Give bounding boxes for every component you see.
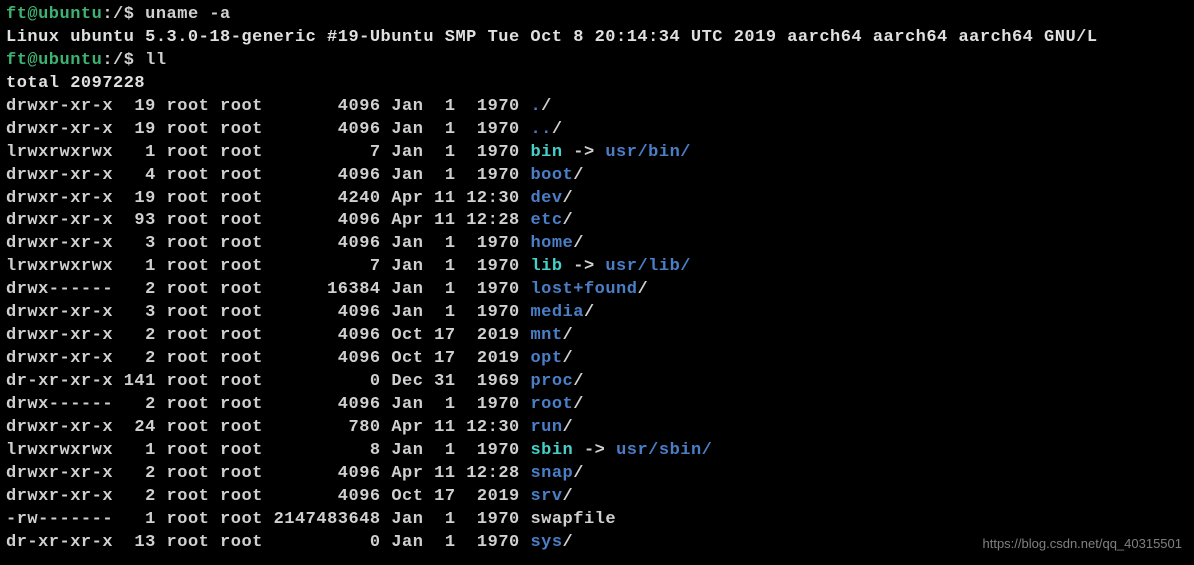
total-line: total 2097228 xyxy=(6,73,1188,96)
listing-row: drwxr-xr-x 2 root root 4096 Oct 17 2019 … xyxy=(6,325,1188,348)
listing-row: drwxr-xr-x 2 root root 4096 Oct 17 2019 … xyxy=(6,486,1188,509)
watermark: https://blog.csdn.net/qq_40315501 xyxy=(983,535,1183,553)
listing-row: drwxr-xr-x 93 root root 4096 Apr 11 12:2… xyxy=(6,210,1188,233)
uname-output: Linux ubuntu 5.3.0-18-generic #19-Ubuntu… xyxy=(6,27,1188,50)
listing-row: lrwxrwxrwx 1 root root 8 Jan 1 1970 sbin… xyxy=(6,440,1188,463)
listing-row: drwxr-xr-x 19 root root 4240 Apr 11 12:3… xyxy=(6,188,1188,211)
listing-row: drwxr-xr-x 3 root root 4096 Jan 1 1970 m… xyxy=(6,302,1188,325)
listing-row: -rw------- 1 root root 2147483648 Jan 1 … xyxy=(6,509,1188,532)
prompt-line[interactable]: ft@ubuntu:/$ ll xyxy=(6,50,1188,73)
listing-row: drwxr-xr-x 19 root root 4096 Jan 1 1970 … xyxy=(6,96,1188,119)
listing-row: drwxr-xr-x 24 root root 780 Apr 11 12:30… xyxy=(6,417,1188,440)
listing-row: lrwxrwxrwx 1 root root 7 Jan 1 1970 lib … xyxy=(6,256,1188,279)
listing-row: drwxr-xr-x 2 root root 4096 Apr 11 12:28… xyxy=(6,463,1188,486)
listing-row: lrwxrwxrwx 1 root root 7 Jan 1 1970 bin … xyxy=(6,142,1188,165)
listing-row: drwxr-xr-x 4 root root 4096 Jan 1 1970 b… xyxy=(6,165,1188,188)
prompt-line[interactable]: ft@ubuntu:/$ uname -a xyxy=(6,4,1188,27)
listing-row: drwx------ 2 root root 4096 Jan 1 1970 r… xyxy=(6,394,1188,417)
listing-row: dr-xr-xr-x 141 root root 0 Dec 31 1969 p… xyxy=(6,371,1188,394)
terminal-output: ft@ubuntu:/$ uname -aLinux ubuntu 5.3.0-… xyxy=(6,4,1188,555)
listing-row: drwxr-xr-x 3 root root 4096 Jan 1 1970 h… xyxy=(6,233,1188,256)
listing-row: drwxr-xr-x 19 root root 4096 Jan 1 1970 … xyxy=(6,119,1188,142)
listing-row: drwx------ 2 root root 16384 Jan 1 1970 … xyxy=(6,279,1188,302)
listing-row: drwxr-xr-x 2 root root 4096 Oct 17 2019 … xyxy=(6,348,1188,371)
